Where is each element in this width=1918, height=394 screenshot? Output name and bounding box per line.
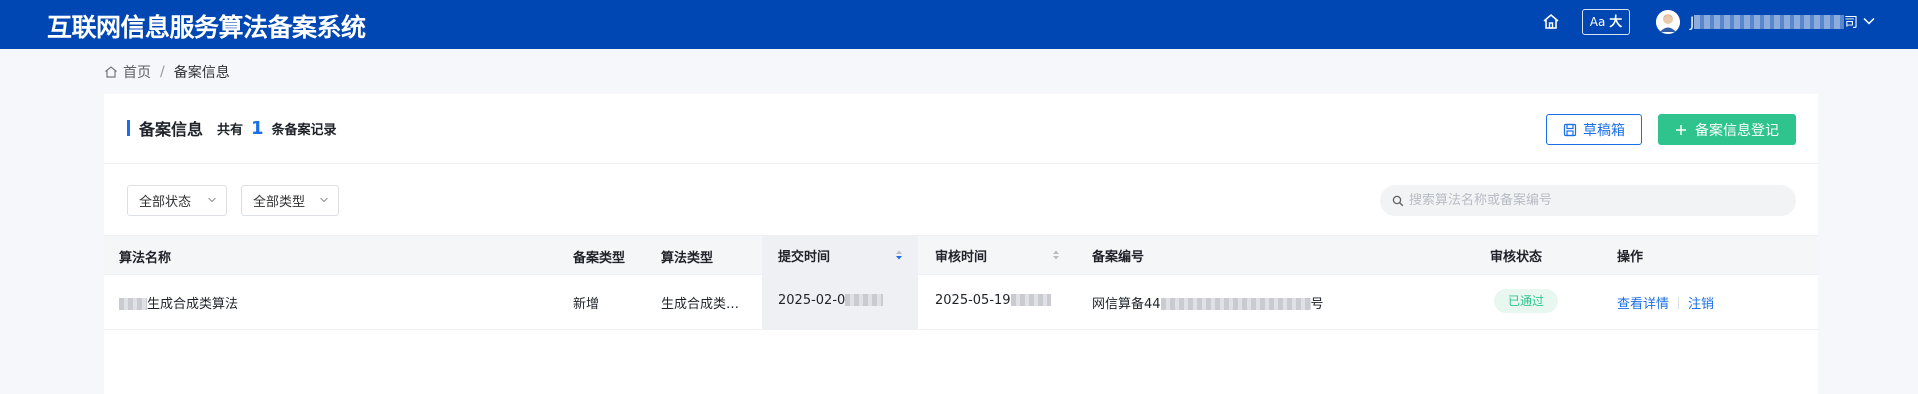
user-name-end: 司 xyxy=(1844,15,1859,31)
plus-icon xyxy=(1676,124,1686,135)
user-name[interactable]: J司 xyxy=(1690,12,1858,32)
summary-prefix: 共有 xyxy=(217,123,244,138)
cancel-filing-link[interactable]: 注销 xyxy=(1688,297,1714,312)
search-input[interactable] xyxy=(1409,193,1789,208)
type-filter-select[interactable]: 全部类型 xyxy=(241,185,339,216)
status-filter-select[interactable]: 全部状态 xyxy=(127,185,227,216)
drafts-label: 草稿箱 xyxy=(1583,122,1625,139)
col-actions: 操作 xyxy=(1617,250,1644,265)
breadcrumb-current: 备案信息 xyxy=(173,65,230,81)
redacted-text xyxy=(845,294,884,306)
avatar[interactable] xyxy=(1656,10,1680,34)
algorithm-type: 生成合成类… xyxy=(661,297,740,312)
chevron-down-icon xyxy=(208,197,216,203)
redacted-text xyxy=(1160,298,1311,310)
col-review-time[interactable]: 审核时间 xyxy=(935,246,987,265)
filing-number-prefix: 网信算备44 xyxy=(1092,297,1161,312)
filing-number: 网信算备44 号 xyxy=(1092,293,1324,312)
chevron-down-icon[interactable] xyxy=(1862,14,1876,28)
review-time-text: 2025-05-19 xyxy=(935,293,1011,308)
col-status: 审核状态 xyxy=(1490,250,1543,265)
breadcrumb-separator: / xyxy=(160,64,165,80)
sort-desc-icon[interactable] xyxy=(895,249,903,261)
filing-type: 新增 xyxy=(573,297,600,312)
chevron-down-icon xyxy=(320,197,328,203)
submit-time: 2025-02-0 xyxy=(778,293,884,308)
status-badge: 已通过 xyxy=(1494,289,1558,313)
type-filter-value: 全部类型 xyxy=(253,195,306,210)
action-divider xyxy=(1678,297,1680,309)
record-count: 1 xyxy=(251,118,264,139)
card-header: 备案信息 共有 1 条备案记录 草稿箱 备案信息登记 xyxy=(104,94,1818,164)
breadcrumb-home[interactable]: 首页 xyxy=(123,62,151,82)
search-icon xyxy=(1392,195,1404,206)
submit-time-text: 2025-02-0 xyxy=(778,293,846,308)
status-filter-value: 全部状态 xyxy=(139,195,192,210)
save-icon xyxy=(1563,123,1577,136)
review-time: 2025-05-19 xyxy=(935,293,1051,308)
drafts-button[interactable]: 草稿箱 xyxy=(1546,114,1642,145)
sort-icon[interactable] xyxy=(1052,249,1060,261)
col-submit-time[interactable]: 提交时间 xyxy=(778,246,830,265)
system-title: 互联网信息服务算法备案系统 xyxy=(47,13,366,42)
register-filing-button[interactable]: 备案信息登记 xyxy=(1658,114,1796,145)
font-size-toggle[interactable]: Aa 大 xyxy=(1582,9,1630,35)
record-summary: 共有 1 条备案记录 xyxy=(217,118,337,139)
top-header: 互联网信息服务算法备案系统 Aa 大 J司 xyxy=(0,0,1918,49)
redacted-text xyxy=(1010,294,1051,306)
algorithm-name: 生成合成类算法 xyxy=(119,293,238,312)
redacted-text xyxy=(119,298,147,310)
font-size-label: 大 xyxy=(1609,15,1623,30)
home-icon[interactable] xyxy=(1541,12,1561,32)
title-accent-bar xyxy=(127,120,130,136)
redacted-text xyxy=(1694,15,1845,29)
view-details-link[interactable]: 查看详情 xyxy=(1617,297,1669,312)
algorithm-name-text: 生成合成类算法 xyxy=(147,297,239,312)
search-box xyxy=(1380,185,1796,216)
table-row: 生成合成类算法 新增 生成合成类… 2025-02-0 2025-05-19 网… xyxy=(104,275,1818,330)
table-header-sortable: 提交时间 审核时间 备案编号 审核状态 操作 xyxy=(104,235,1818,275)
col-filing-no: 备案编号 xyxy=(1092,250,1145,265)
filing-card: 备案信息 共有1条备案记录 草稿箱 备案信息登记 全部状态 全部类型 算法名称 … xyxy=(104,94,1818,394)
breadcrumb: 首页 / 备案信息 xyxy=(104,62,230,82)
page-title: 备案信息 xyxy=(139,120,204,139)
register-filing-label: 备案信息登记 xyxy=(1695,122,1779,139)
filing-number-suffix: 号 xyxy=(1310,297,1324,312)
home-icon xyxy=(105,66,117,78)
summary-suffix: 条备案记录 xyxy=(271,123,337,138)
row-actions: 查看详情 注销 xyxy=(1617,293,1714,312)
font-size-prefix: Aa xyxy=(1589,15,1606,29)
